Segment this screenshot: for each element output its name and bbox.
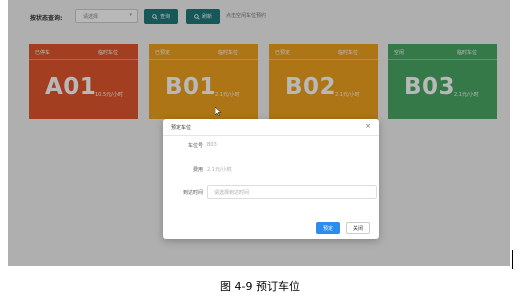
space-number-value: B03 xyxy=(207,142,217,148)
arrival-time-placeholder: 请选择到达时间 xyxy=(214,190,250,196)
dialog-title: 预定车位 xyxy=(171,125,192,131)
fee-value: 2.1元/小时 xyxy=(207,167,232,173)
close-icon[interactable]: × xyxy=(365,122,371,130)
arrival-time-input[interactable]: 请选择到达时间 xyxy=(207,185,377,199)
space-number-label: 车位号 xyxy=(187,143,203,149)
arrival-time-label: 到达时间 xyxy=(182,190,203,196)
reserve-button[interactable]: 预定 xyxy=(316,222,340,234)
fee-label: 费用 xyxy=(192,167,203,173)
figure-caption: 图 4-9 预订车位 xyxy=(220,280,300,293)
edge-line xyxy=(512,250,513,269)
reserve-dialog: 预定车位 × 车位号 B03 费用 2.1元/小时 到达时间 请选择到达时间 预… xyxy=(163,119,379,239)
close-button[interactable]: 关闭 xyxy=(346,222,370,234)
mouse-pointer-icon xyxy=(215,107,221,116)
app-screen: 按状态查询: 请选择 ▾ 查询 刷新 点击空闲车位预约 已停车 临时车位 A01… xyxy=(8,0,510,266)
dialog-header: 预定车位 × xyxy=(163,119,379,136)
